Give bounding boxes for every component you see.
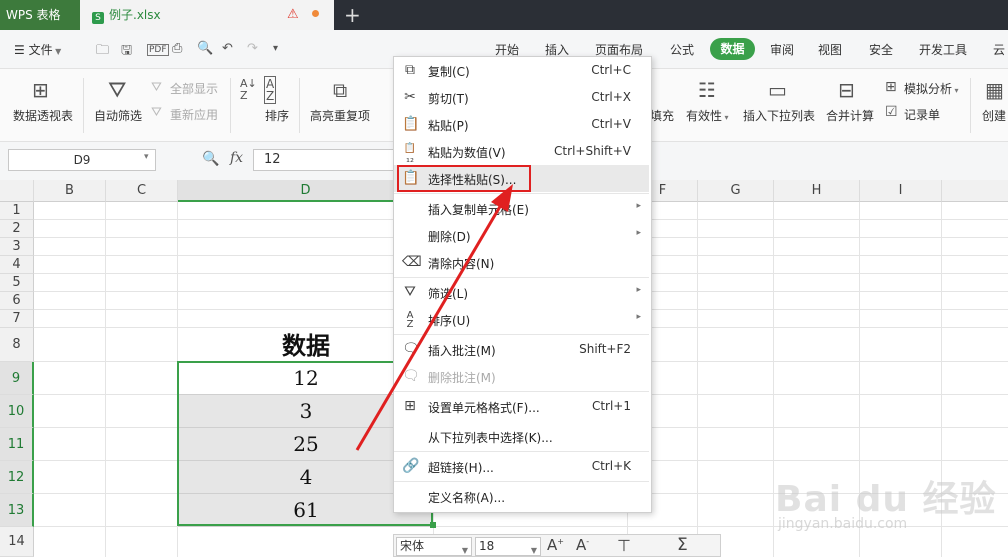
decrease-font-icon[interactable]: A- bbox=[576, 536, 589, 554]
baidu-watermark-logo: Bai du 经验 bbox=[775, 479, 997, 520]
baidu-watermark-url: jingyan.baidu.com bbox=[778, 516, 908, 532]
font-size-value: 18 bbox=[479, 539, 495, 553]
sum-icon[interactable]: Σ bbox=[677, 535, 688, 555]
arrow-shaft bbox=[355, 197, 507, 451]
merge-cells-icon[interactable]: ⊤ bbox=[617, 536, 631, 555]
chevron-down-icon: ▼ bbox=[530, 546, 537, 555]
font-family-select[interactable]: 宋体 ▼ bbox=[396, 537, 472, 556]
arrow-head bbox=[491, 184, 513, 212]
chevron-down-icon: ▼ bbox=[461, 546, 468, 555]
font-family-value: 宋体 bbox=[400, 539, 425, 553]
increase-font-icon[interactable]: A+ bbox=[547, 536, 564, 554]
font-size-select[interactable]: 18 ▼ bbox=[475, 537, 541, 556]
